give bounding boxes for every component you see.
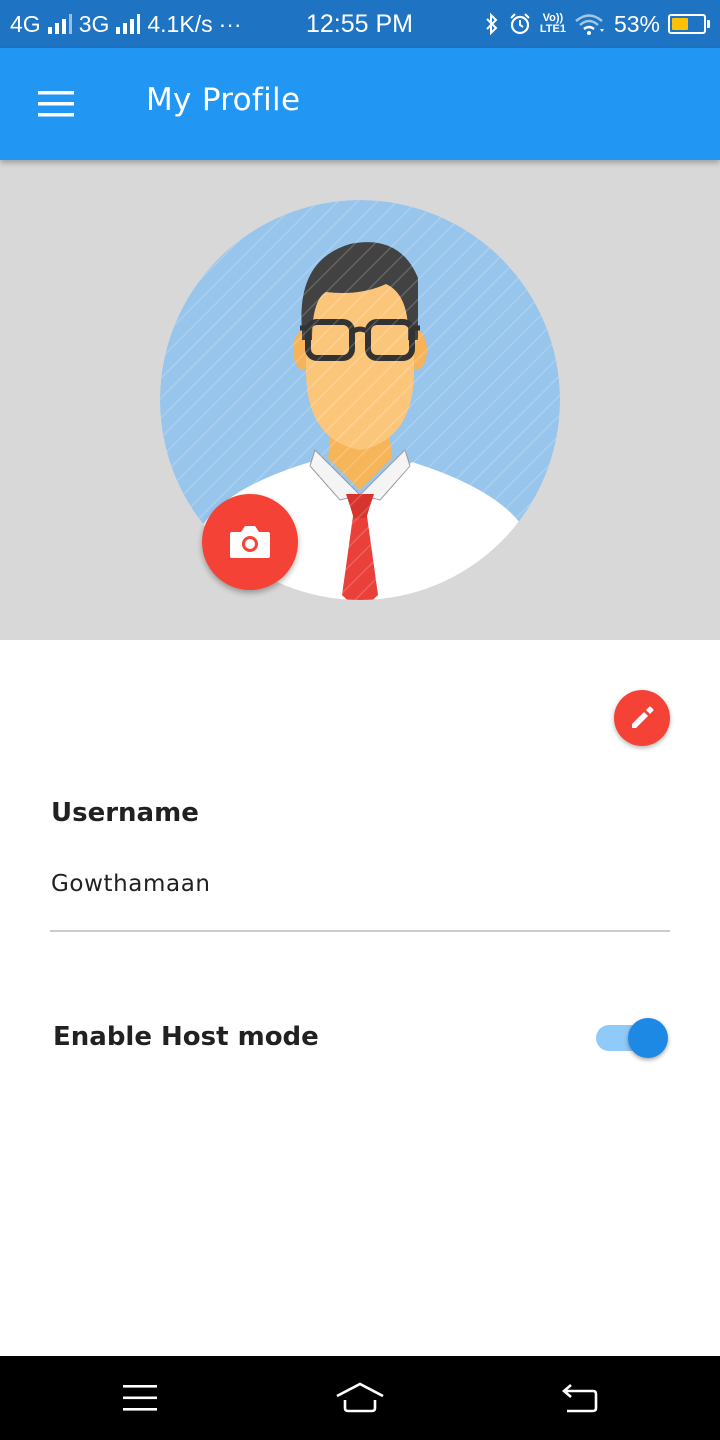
hamburger-menu-icon: [38, 91, 74, 117]
toggle-thumb: [628, 1018, 668, 1058]
username-label: Username: [51, 798, 199, 828]
status-bar: 4G 3G 4.1K/s ··· 12:55 PM Vo)) LTE1 53%: [0, 0, 720, 48]
battery-percent: 53%: [613, 10, 660, 37]
username-underline: [50, 930, 670, 932]
nav-menu-button[interactable]: [100, 1368, 180, 1428]
menu-button[interactable]: [22, 78, 90, 130]
bluetooth-icon: [486, 12, 498, 36]
change-photo-button[interactable]: [202, 494, 298, 590]
volte-indicator: Vo)) LTE1: [540, 13, 566, 35]
host-mode-label: Enable Host mode: [53, 1022, 319, 1052]
page-title: My Profile: [146, 82, 301, 118]
profile-content: Username Gowthamaan Enable Host mode: [0, 640, 720, 1356]
volte-bottom-label: LTE1: [539, 23, 566, 35]
edit-button[interactable]: [614, 690, 670, 746]
nav-home-button[interactable]: [320, 1368, 400, 1428]
nav-back-button[interactable]: [540, 1368, 620, 1428]
app-bar: My Profile: [0, 48, 720, 160]
network-1-label: 4G: [10, 10, 41, 37]
alarm-icon: [510, 13, 530, 35]
network-2-label: 3G: [78, 10, 110, 37]
signal-icon: [116, 14, 141, 34]
back-icon: [562, 1384, 598, 1413]
wifi-icon: [575, 14, 604, 35]
username-value[interactable]: Gowthamaan: [51, 871, 211, 897]
navigation-bar: [0, 1356, 720, 1440]
menu-icon: [123, 1385, 157, 1411]
network-speed: 4.1K/s: [147, 10, 213, 37]
pencil-icon: [632, 706, 654, 728]
home-icon: [336, 1382, 384, 1413]
host-mode-toggle[interactable]: [594, 1016, 670, 1060]
clock: 12:55 PM: [306, 9, 414, 38]
signal-icon: [47, 14, 72, 34]
camera-icon: [230, 526, 270, 558]
status-left: 4G 3G 4.1K/s ···: [10, 0, 242, 48]
profile-header: [0, 160, 720, 640]
battery-icon: [668, 14, 710, 34]
status-right: Vo)) LTE1 53%: [484, 0, 710, 48]
battery-level-fill: [672, 18, 688, 30]
more-notifications-icon: ···: [218, 10, 242, 37]
